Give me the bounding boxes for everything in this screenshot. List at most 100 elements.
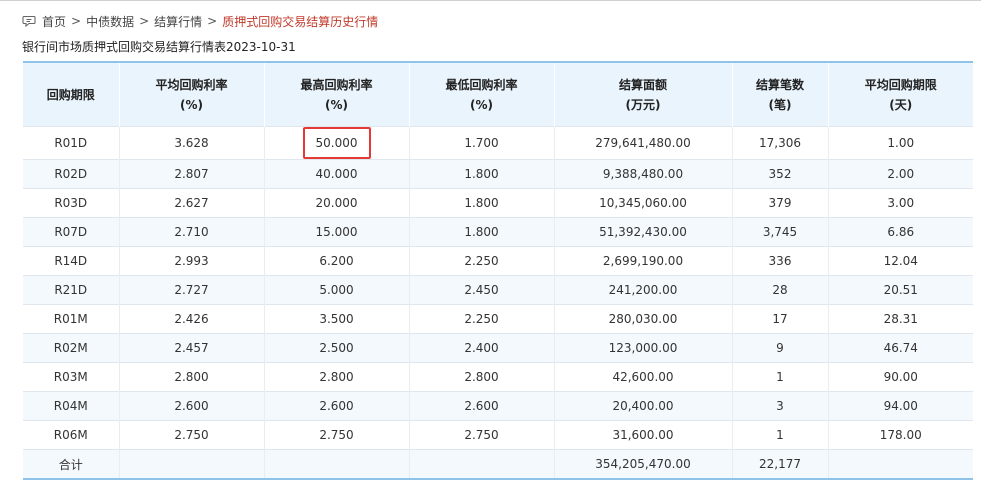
cell-term: R07D (23, 217, 120, 247)
highlighted-value-box: 50.000 (302, 127, 371, 159)
top-divider (0, 0, 981, 1)
table-body: R01D 3.628 50.000 1.700 279,641,480.00 17,306… (23, 126, 973, 478)
cell-avg-term: 12.04 (828, 246, 973, 276)
cell-min-rate: 1.800 (409, 159, 555, 189)
table-row: R06M 2.750 2.750 2.750 31,600.00 1 178.00 (23, 420, 973, 450)
table-row: R03M 2.800 2.800 2.800 42,600.00 1 90.00 (23, 362, 973, 392)
header-trade-count-unit: (笔) (768, 97, 792, 112)
cell-settlement-amount: 279,641,480.00 (554, 126, 733, 160)
cell-max-rate: 2.600 (264, 391, 410, 421)
cell-trade-count: 379 (732, 188, 829, 218)
breadcrumb-settlement-market[interactable]: 结算行情 (154, 13, 202, 30)
cell-min-rate: 2.800 (409, 362, 555, 392)
cell-term: R02M (23, 333, 120, 363)
cell-term: R06M (23, 420, 120, 450)
cell-term: R04M (23, 391, 120, 421)
header-min-rate-unit: (%) (470, 97, 493, 112)
cell-avg-term: 28.31 (828, 304, 973, 334)
cell-settlement-amount: 10,345,060.00 (554, 188, 733, 218)
header-min-rate-label: 最低回购利率 (445, 77, 518, 92)
cell-avg-term: 46.74 (828, 333, 973, 363)
cell-term: R14D (23, 246, 120, 276)
cell-max-rate: 2.800 (264, 362, 410, 392)
total-cell-min-rate (409, 449, 555, 478)
cell-term: R02D (23, 159, 120, 189)
cell-max-rate: 5.000 (264, 275, 410, 305)
cell-term: R01D (23, 126, 120, 160)
cell-term: R01M (23, 304, 120, 334)
cell-max-rate: 2.750 (264, 420, 410, 450)
total-cell-avg-rate (119, 449, 265, 478)
page-subtitle: 银行间市场质押式回购交易结算行情表2023-10-31 (22, 40, 296, 54)
cell-avg-rate: 2.627 (119, 188, 265, 218)
header-max-rate-unit: (%) (325, 97, 348, 112)
cell-avg-term: 90.00 (828, 362, 973, 392)
cell-avg-term: 3.00 (828, 188, 973, 218)
cell-trade-count: 3 (732, 391, 829, 421)
cell-avg-rate: 3.628 (119, 126, 265, 160)
cell-trade-count: 1 (732, 362, 829, 392)
table-total-row: 合计 354,205,470.00 22,177 (23, 449, 973, 478)
cell-settlement-amount: 20,400.00 (554, 391, 733, 421)
table-row: R02M 2.457 2.500 2.400 123,000.00 9 46.74 (23, 333, 973, 363)
cell-min-rate: 1.800 (409, 188, 555, 218)
table-row: R01M 2.426 3.500 2.250 280,030.00 17 28.31 (23, 304, 973, 334)
cell-settlement-amount: 280,030.00 (554, 304, 733, 334)
breadcrumb: 首页 > 中债数据 > 结算行情 > 质押式回购交易结算历史行情 (22, 12, 378, 30)
header-avg-rate: 平均回购利率 (%) (119, 63, 265, 127)
cell-avg-rate: 2.750 (119, 420, 265, 450)
cell-min-rate: 2.600 (409, 391, 555, 421)
cell-trade-count: 1 (732, 420, 829, 450)
total-cell-trade-count: 22,177 (732, 449, 829, 478)
table-row: R07D 2.710 15.000 1.800 51,392,430.00 3,745 6.… (23, 217, 973, 247)
cell-avg-rate: 2.993 (119, 246, 265, 276)
cell-max-rate: 40.000 (264, 159, 410, 189)
header-trade-count-label: 结算笔数 (755, 77, 804, 92)
table-header-row: 回购期限 平均回购利率 (%) 最高回购利率 (%) 最低回购利率 (%) 结算… (23, 63, 973, 127)
header-settlement-amount-label: 结算面额 (618, 77, 667, 92)
header-min-rate: 最低回购利率 (%) (409, 63, 555, 127)
header-term-label: 回购期限 (46, 87, 95, 102)
cell-min-rate: 1.700 (409, 126, 555, 160)
cell-avg-rate: 2.710 (119, 217, 265, 247)
breadcrumb-home[interactable]: 首页 (42, 13, 66, 30)
cell-trade-count: 17,306 (732, 126, 829, 160)
cell-avg-term: 20.51 (828, 275, 973, 305)
cell-min-rate: 2.400 (409, 333, 555, 363)
breadcrumb-separator: > (71, 14, 82, 28)
header-avg-term-label: 平均回购期限 (864, 77, 937, 92)
cell-min-rate: 1.800 (409, 217, 555, 247)
cell-avg-term: 6.86 (828, 217, 973, 247)
header-settlement-amount-unit: (万元) (625, 97, 661, 112)
cell-max-rate: 15.000 (264, 217, 410, 247)
cell-min-rate: 2.750 (409, 420, 555, 450)
cell-trade-count: 28 (732, 275, 829, 305)
cell-max-rate: 2.500 (264, 333, 410, 363)
cell-avg-term: 2.00 (828, 159, 973, 189)
chat-bubble-icon (22, 15, 36, 28)
cell-avg-rate: 2.727 (119, 275, 265, 305)
cell-avg-term: 94.00 (828, 391, 973, 421)
repo-settlement-table-wrapper: 回购期限 平均回购利率 (%) 最高回购利率 (%) 最低回购利率 (%) 结算… (23, 61, 973, 480)
cell-settlement-amount: 123,000.00 (554, 333, 733, 363)
cell-avg-rate: 2.426 (119, 304, 265, 334)
cell-min-rate: 2.450 (409, 275, 555, 305)
table-row: R01D 3.628 50.000 1.700 279,641,480.00 17,306… (23, 126, 973, 160)
cell-trade-count: 352 (732, 159, 829, 189)
cell-trade-count: 3,745 (732, 217, 829, 247)
total-cell-max-rate (264, 449, 410, 478)
cell-term: R03M (23, 362, 120, 392)
total-cell-term: 合计 (23, 449, 120, 478)
cell-term: R21D (23, 275, 120, 305)
repo-settlement-table: 回购期限 平均回购利率 (%) 最高回购利率 (%) 最低回购利率 (%) 结算… (23, 63, 973, 478)
cell-term: R03D (23, 188, 120, 218)
cell-trade-count: 17 (732, 304, 829, 334)
breadcrumb-current: 质押式回购交易结算历史行情 (222, 14, 379, 29)
header-trade-count: 结算笔数 (笔) (732, 63, 829, 127)
header-avg-rate-label: 平均回购利率 (155, 77, 228, 92)
cell-trade-count: 9 (732, 333, 829, 363)
table-row: R21D 2.727 5.000 2.450 241,200.00 28 20.51 (23, 275, 973, 305)
header-avg-term: 平均回购期限 (天) (828, 63, 973, 127)
breadcrumb-chinabond-data[interactable]: 中债数据 (86, 13, 134, 30)
header-term: 回购期限 (23, 63, 120, 127)
